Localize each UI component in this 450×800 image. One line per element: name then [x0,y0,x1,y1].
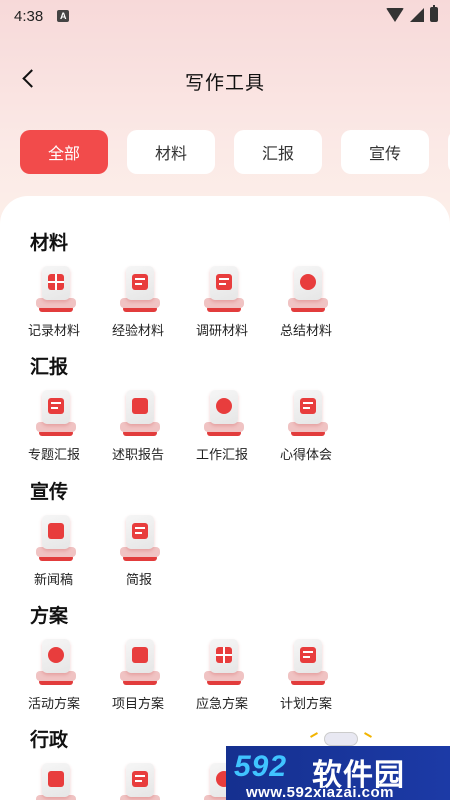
tool-label: 新闻稿 [34,572,74,587]
tool-admin-1[interactable] [28,763,112,800]
list-doc-icon [288,639,328,685]
tool-label: 述职报告 [112,447,165,462]
category-tabs: 全部 材料 汇报 宣传 [20,130,450,174]
wifi-icon [386,7,404,22]
tool-label: 专题汇报 [28,447,81,462]
watermark-url: www.592xiazai.com [246,784,395,800]
chart-doc-icon [36,390,76,436]
section-title: 宣传 [30,482,69,503]
check-doc-icon [36,515,76,561]
site-watermark: 592 软件园 www.592xiazai.com [226,728,450,800]
microphone-doc-icon [288,266,328,312]
section-title: 方案 [30,606,69,627]
tool-label: 应急方案 [196,696,249,711]
check-doc-icon [120,639,160,685]
signal-icon [410,7,424,22]
status-bar: 4:38 A [0,0,450,32]
tool-label: 简报 [126,572,153,587]
tool-label: 记录材料 [28,323,81,338]
tool-label: 经验材料 [112,323,165,338]
grid-doc-icon [36,266,76,312]
section-reports: 汇报 专题汇报 述职报告 工作汇报 心得体会 [28,352,364,463]
tool-press-release[interactable]: 新闻稿 [28,515,112,588]
section-materials: 材料 记录材料 经验材料 调研材料 总结材料 [28,228,364,339]
cloud-doc-icon [204,390,244,436]
tab-materials[interactable]: 材料 [127,130,215,174]
status-icons [386,5,438,22]
tool-label: 调研材料 [196,323,249,338]
page-title: 写作工具 [184,73,265,94]
tool-label: 总结材料 [280,323,333,338]
folder-doc-icon [204,266,244,312]
watermark-logo-number: 592 [234,750,288,783]
tools-panel: 材料 记录材料 经验材料 调研材料 总结材料 汇报 专题汇报 述职报告 工作汇报… [0,196,450,800]
tool-project-plan[interactable]: 项目方案 [112,639,196,712]
cloud-doc-icon [36,639,76,685]
header: 写作工具 [0,58,450,102]
tool-work-report[interactable]: 工作汇报 [196,390,280,463]
tab-reports[interactable]: 汇报 [234,130,322,174]
battery-icon [430,5,438,22]
tool-label: 心得体会 [280,447,333,462]
book-doc-icon [120,390,160,436]
tool-label: 项目方案 [112,696,165,711]
tool-reflection[interactable]: 心得体会 [280,390,364,463]
status-time: 4:38 [14,7,44,25]
tool-duty-report[interactable]: 述职报告 [112,390,196,463]
tool-label: 计划方案 [280,696,333,711]
tool-brief[interactable]: 简报 [112,515,196,588]
folder-doc-icon [120,515,160,561]
tool-activity-plan[interactable]: 活动方案 [28,639,112,712]
tool-experience-material[interactable]: 经验材料 [112,266,196,339]
tool-schedule-plan[interactable]: 计划方案 [280,639,364,712]
notebook-doc-icon [120,763,160,800]
tool-label: 活动方案 [28,696,81,711]
tool-admin-2[interactable] [112,763,196,800]
section-title: 汇报 [30,357,69,378]
tool-emergency-plan[interactable]: 应急方案 [196,639,280,712]
section-plans: 方案 活动方案 项目方案 应急方案 计划方案 [28,601,364,712]
notification-a-icon: A [57,10,70,22]
notebook-doc-icon [288,390,328,436]
tool-label: 工作汇报 [196,447,249,462]
list-doc-icon [120,266,160,312]
section-publicity: 宣传 新闻稿 简报 [30,477,196,588]
tab-all[interactable]: 全部 [20,130,108,174]
tool-research-material[interactable]: 调研材料 [196,266,280,339]
tool-record-material[interactable]: 记录材料 [28,266,112,339]
section-title: 材料 [30,233,69,254]
book-doc-icon [36,763,76,800]
tool-summary-material[interactable]: 总结材料 [280,266,364,339]
tool-topic-report[interactable]: 专题汇报 [28,390,112,463]
grid-doc-icon [204,639,244,685]
tab-publicity[interactable]: 宣传 [341,130,429,174]
